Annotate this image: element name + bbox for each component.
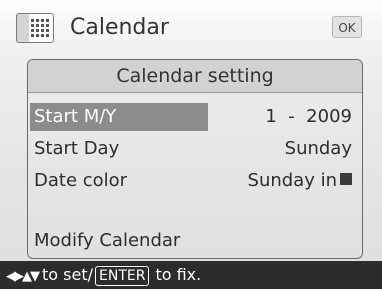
header-bar: Calendar OK — [0, 0, 382, 56]
footer-hint: ◀▶▲▼ to set/ENTER to fix. — [6, 261, 201, 289]
date-color-value: Sunday in — [247, 170, 337, 191]
enter-key-icon: ENTER — [95, 266, 150, 286]
date-color-value-wrap: Sunday in — [248, 166, 352, 196]
start-month-year-label: Start M/Y — [34, 106, 117, 127]
modify-calendar-label: Modify Calendar — [34, 230, 181, 251]
calendar-screen: Calendar OK Calendar setting Start M/Y 1… — [0, 0, 382, 289]
start-day-row[interactable]: Start Day Sunday — [28, 134, 362, 164]
fix-hint-text: to fix. — [155, 265, 202, 284]
panel-title-bar: Calendar setting — [28, 60, 362, 93]
ok-button[interactable]: OK — [332, 16, 362, 38]
set-hint-text: to set/ — [42, 265, 93, 284]
direction-arrows-icon: ◀▶▲▼ — [6, 269, 40, 284]
app-title: Calendar — [70, 15, 169, 40]
date-color-label: Date color — [34, 170, 128, 191]
start-day-value: Sunday — [284, 138, 352, 159]
start-month-year-value: 1 - 2009 — [265, 106, 352, 127]
calendar-grid-glyph — [31, 19, 49, 37]
color-swatch — [340, 173, 352, 185]
start-day-label: Start Day — [34, 138, 120, 159]
footer-hint-bar: ◀▶▲▼ to set/ENTER to fix. — [0, 261, 382, 289]
calendar-icon — [16, 13, 54, 43]
modify-calendar-row[interactable]: Modify Calendar — [28, 226, 362, 256]
panel-title: Calendar setting — [116, 65, 274, 87]
start-month-year-row[interactable]: Start M/Y 1 - 2009 — [28, 102, 362, 132]
calendar-setting-panel: Calendar setting Start M/Y 1 - 2009 Star… — [27, 59, 363, 259]
date-color-row[interactable]: Date color Sunday in — [28, 166, 362, 196]
